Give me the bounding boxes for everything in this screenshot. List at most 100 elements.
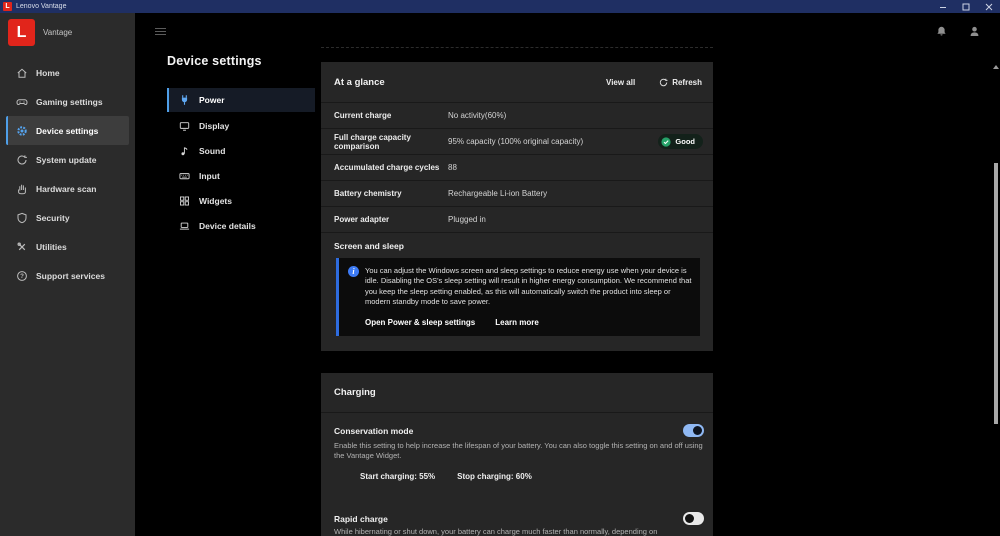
sidebar-item-device-settings[interactable]: Device settings — [6, 116, 129, 145]
account-button[interactable] — [968, 25, 981, 38]
table-row: Current charge No activity(60%) — [321, 103, 713, 129]
sidebar-item-label: System update — [36, 154, 97, 165]
maximize-icon — [962, 3, 969, 10]
subnav-item-label: Widgets — [199, 195, 232, 206]
subnav-item-power[interactable]: Power — [167, 88, 315, 112]
subnav-item-label: Power — [199, 95, 225, 105]
laptop-icon — [179, 220, 190, 232]
subnav-item-label: Device details — [199, 220, 256, 231]
scrollbar-thumb[interactable] — [994, 163, 998, 424]
gear-icon — [16, 125, 28, 137]
start-charging-value: Start charging: 55% — [360, 472, 436, 481]
user-icon — [970, 26, 979, 36]
bell-icon — [937, 26, 946, 36]
window-title: Lenovo Vantage — [16, 3, 67, 10]
subnav-item-device-details[interactable]: Device details — [167, 213, 315, 238]
at-a-glance-header: At a glance View all Refresh — [321, 62, 713, 103]
sidebar-item-label: Utilities — [36, 241, 67, 252]
refresh-icon — [659, 78, 668, 86]
conservation-mode-toggle[interactable] — [683, 424, 704, 437]
app-logo-icon: L — [3, 2, 12, 11]
charging-card: Charging Conservation mode Enable this s… — [321, 373, 713, 536]
power-plug-icon — [179, 94, 190, 106]
tip-text: You can adjust the Windows screen and sl… — [365, 266, 692, 307]
refresh-label: Refresh — [672, 77, 702, 87]
close-button[interactable] — [977, 0, 1000, 13]
row-label: Accumulated charge cycles — [334, 163, 440, 172]
rapid-charge-toggle[interactable] — [683, 512, 704, 525]
subnav-item-display[interactable]: Display — [167, 113, 315, 138]
learn-more-link[interactable]: Learn more — [495, 318, 539, 327]
table-row: Full charge capacity comparison 95% capa… — [321, 129, 713, 155]
row-label: Full charge capacity comparison — [334, 132, 411, 151]
shield-icon — [16, 212, 28, 224]
maximize-button[interactable] — [954, 0, 977, 13]
sidebar-item-system-update[interactable]: System update — [0, 145, 135, 174]
keyboard-icon — [179, 170, 190, 182]
window-controls — [931, 0, 1000, 13]
at-a-glance-card: At a glance View all Refresh Current cha… — [321, 62, 713, 351]
row-value: 88 — [448, 163, 457, 172]
good-check-icon — [661, 136, 672, 147]
info-icon: i — [348, 266, 359, 277]
rapid-charge-description: While hibernating or shut down, your bat… — [334, 527, 658, 536]
subnav-item-input[interactable]: Input — [167, 163, 315, 188]
status-badge: Good — [658, 134, 703, 149]
table-row: Power adapter Plugged in — [321, 207, 713, 233]
subnav-item-widgets[interactable]: Widgets — [167, 188, 315, 213]
rapid-charge-label: Rapid charge — [334, 514, 388, 524]
tip-links: Open Power & sleep settings Learn more — [365, 318, 539, 327]
notifications-button[interactable] — [935, 25, 948, 38]
sidebar: L Vantage Home Gaming settings Device se… — [0, 13, 135, 536]
home-icon — [16, 67, 28, 79]
row-label: Current charge — [334, 111, 392, 120]
sidebar-item-label: Home — [36, 67, 60, 78]
subnav-item-sound[interactable]: Sound — [167, 138, 315, 163]
row-value: 95% capacity (100% original capacity) — [448, 137, 584, 146]
support-icon: ? — [16, 270, 28, 282]
row-label: Power adapter — [334, 215, 390, 224]
table-row: Battery chemistry Rechargeable Li-ion Ba… — [321, 181, 713, 207]
subnav-item-label: Input — [199, 170, 220, 181]
subnav-item-label: Display — [199, 120, 230, 131]
main-content: Device settings Power Display Sound Inpu… — [135, 13, 1000, 536]
row-value: Plugged in — [448, 215, 486, 224]
power-subnav: Power Display Sound Input Widgets Device… — [167, 88, 315, 238]
sidebar-item-security[interactable]: Security — [0, 203, 135, 232]
hardware-scan-icon — [16, 183, 28, 195]
refresh-button[interactable]: Refresh — [659, 78, 702, 87]
subnav-item-label: Sound — [199, 145, 226, 156]
sidebar-item-label: Device settings — [36, 125, 99, 136]
table-row: Accumulated charge cycles 88 — [321, 155, 713, 181]
sidebar-item-support-services[interactable]: ? Support services — [0, 261, 135, 290]
gamepad-icon — [16, 96, 28, 108]
badge-label: Good — [675, 137, 695, 146]
screen-and-sleep-title: Screen and sleep — [334, 241, 404, 251]
scroll-up-arrow-icon[interactable] — [993, 65, 999, 69]
open-power-sleep-settings-link[interactable]: Open Power & sleep settings — [365, 318, 475, 327]
brand: L Vantage — [0, 13, 135, 46]
minimize-icon — [939, 6, 946, 8]
widgets-icon — [179, 195, 190, 207]
screen-and-sleep-tip: i You can adjust the Windows screen and … — [336, 258, 700, 336]
page-title: Device settings — [167, 54, 262, 68]
sidebar-item-label: Security — [36, 212, 70, 223]
toggle-knob — [685, 514, 694, 523]
view-all-link[interactable]: View all — [606, 78, 635, 87]
sidebar-item-home[interactable]: Home — [0, 58, 135, 87]
collapse-menu-icon[interactable] — [155, 28, 166, 37]
music-note-icon — [179, 145, 190, 157]
sidebar-item-label: Hardware scan — [36, 183, 97, 194]
card-title: At a glance — [334, 76, 385, 88]
vertical-scrollbar[interactable] — [992, 26, 1000, 536]
charging-thresholds: Start charging: 55% Stop charging: 60% — [360, 472, 532, 481]
minimize-button[interactable] — [931, 0, 954, 13]
sidebar-item-hardware-scan[interactable]: Hardware scan — [0, 174, 135, 203]
system-update-icon — [16, 154, 28, 166]
svg-text:?: ? — [20, 273, 24, 280]
brand-name: Vantage — [43, 28, 73, 37]
sidebar-item-gaming-settings[interactable]: Gaming settings — [0, 87, 135, 116]
row-label: Battery chemistry — [334, 189, 402, 198]
sidebar-item-utilities[interactable]: Utilities — [0, 232, 135, 261]
sidebar-item-label: Gaming settings — [36, 96, 103, 107]
